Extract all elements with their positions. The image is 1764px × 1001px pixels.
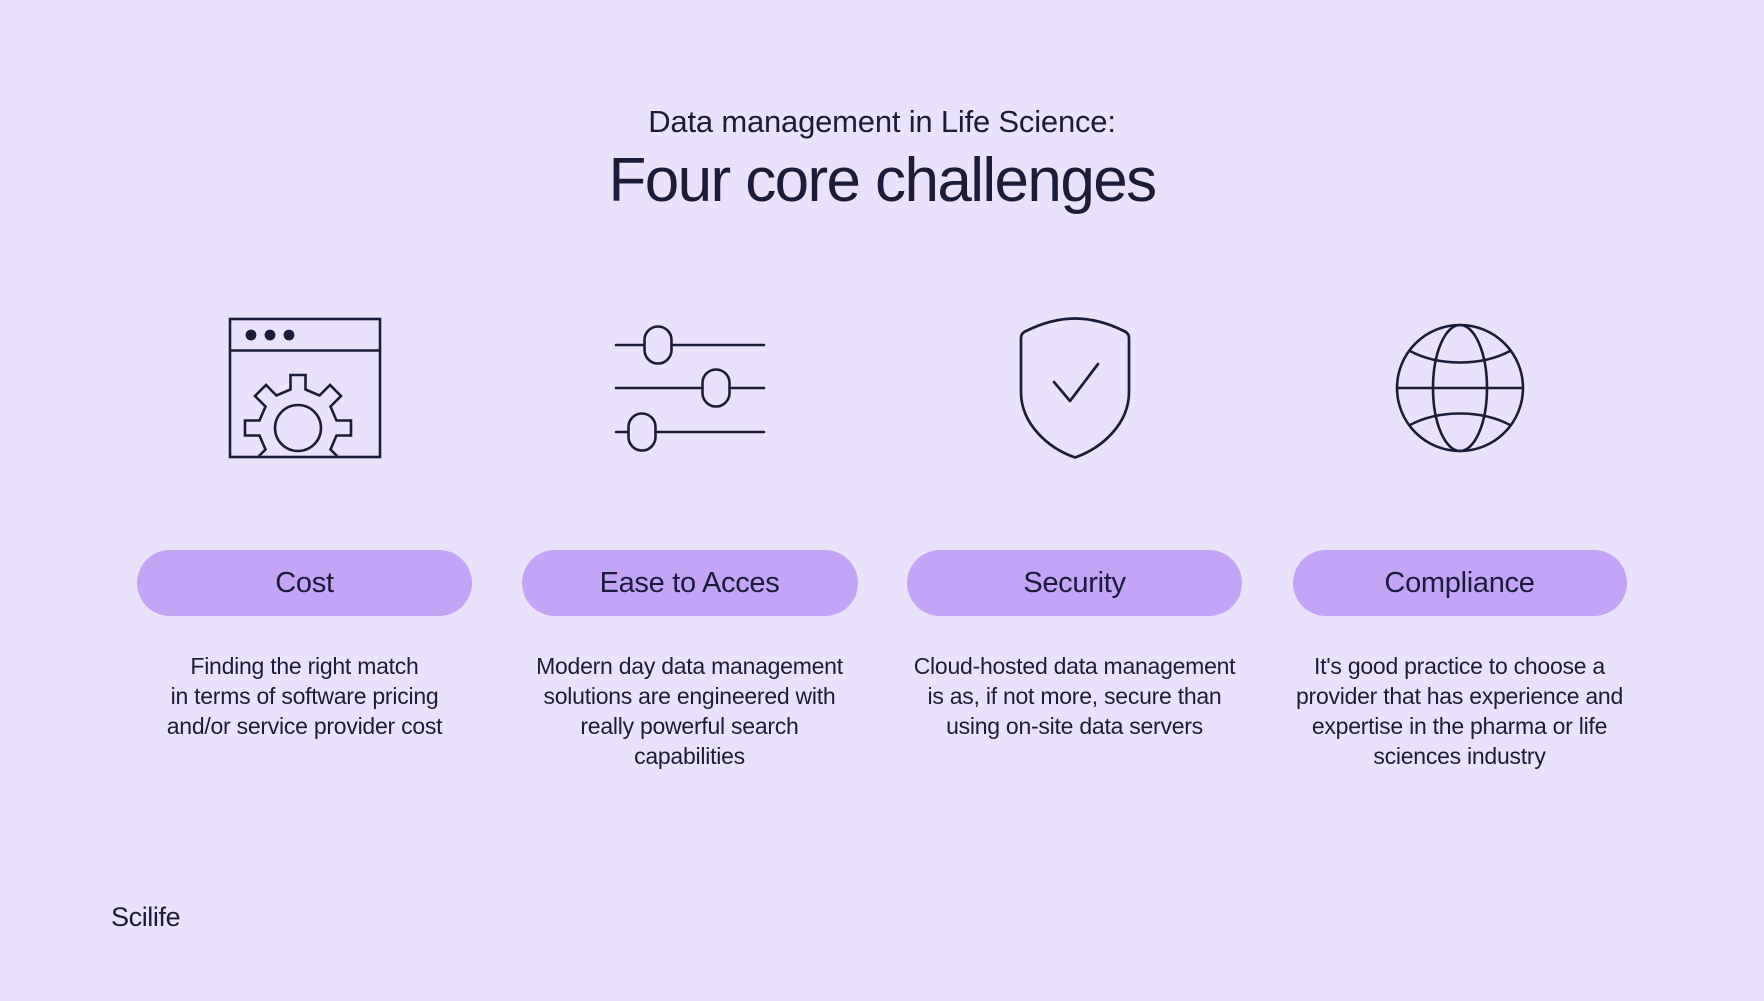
description-compliance: It's good practice to choose a provider … bbox=[1296, 653, 1623, 769]
challenge-column-security: Security Cloud-hosted data management is… bbox=[882, 300, 1267, 742]
description-ease-to-access: Modern day data management solutions are… bbox=[536, 653, 843, 769]
eyebrow-text: Data management in Life Science: bbox=[648, 104, 1116, 139]
description-security: Cloud-hosted data management is as, if n… bbox=[913, 653, 1236, 739]
challenge-column-ease-to-access: Ease to Acces Modern day data management… bbox=[497, 300, 882, 772]
browser-gear-icon bbox=[228, 300, 382, 475]
challenge-column-cost: Cost Finding the right match in terms of… bbox=[112, 300, 497, 742]
globe-icon bbox=[1394, 300, 1526, 475]
pill-ease-to-access[interactable]: Ease to Acces bbox=[521, 550, 858, 616]
pill-compliance[interactable]: Compliance bbox=[1292, 550, 1627, 616]
shield-check-icon bbox=[1018, 300, 1132, 475]
sliders-icon bbox=[614, 300, 766, 475]
pill-cost[interactable]: Cost bbox=[137, 550, 472, 616]
page-title: Four core challenges bbox=[608, 145, 1158, 215]
header: Data management in Life Science: Four co… bbox=[0, 104, 1764, 215]
pill-security[interactable]: Security bbox=[907, 550, 1242, 616]
infographic-canvas: Data management in Life Science: Four co… bbox=[0, 0, 1764, 1001]
description-cost: Finding the right match in terms of soft… bbox=[166, 653, 443, 739]
challenge-column-compliance: Compliance It's good practice to choose … bbox=[1267, 300, 1652, 772]
scilife-logo: Scilife bbox=[111, 902, 181, 932]
challenge-columns: Cost Finding the right match in terms of… bbox=[112, 300, 1652, 772]
